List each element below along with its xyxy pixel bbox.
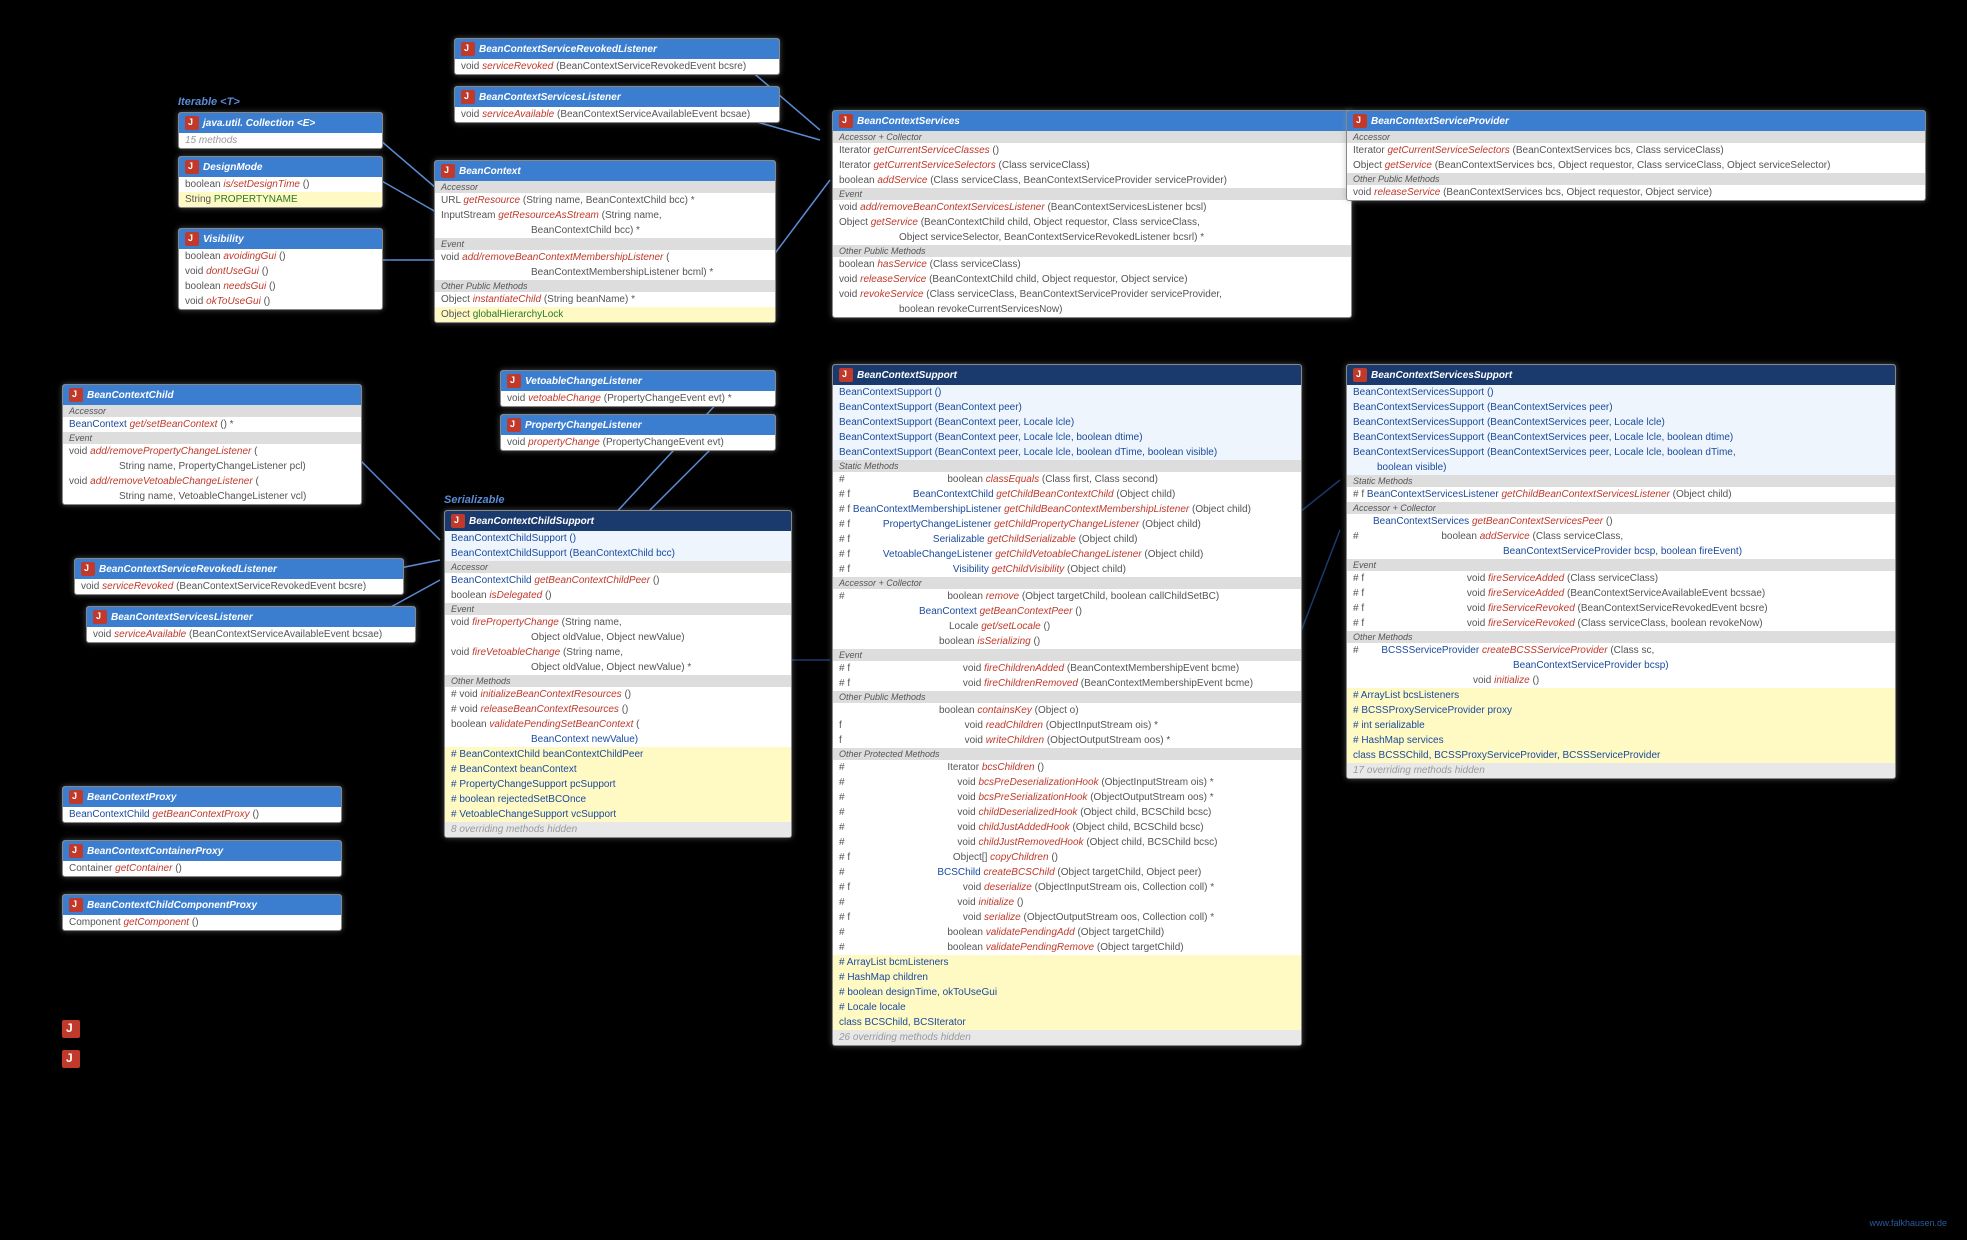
java-icon [69, 844, 83, 858]
java-icon [451, 514, 465, 528]
java-icon [1353, 368, 1367, 382]
java-icon [69, 388, 83, 402]
propchange-box: PropertyChangeListener void propertyChan… [500, 414, 776, 451]
java-icon [1353, 114, 1367, 128]
bcs-listener-2-box: BeanContextServicesListener void service… [86, 606, 416, 643]
bcserviceprovider-box: BeanContextServiceProvider Accessor Iter… [1346, 110, 1926, 201]
bcchild-box: BeanContextChild Accessor BeanContext ge… [62, 384, 362, 505]
beancontext-box: BeanContext Accessor URL getResource (St… [434, 160, 776, 323]
java-icon [839, 114, 853, 128]
java-icon [62, 1020, 80, 1038]
bccontainerproxy-box: BeanContextContainerProxy Container getC… [62, 840, 342, 877]
java-icon [69, 790, 83, 804]
java-icon [185, 160, 199, 174]
collection-box: java.util. Collection <E> 15 methods [178, 112, 383, 149]
java-icon [507, 418, 521, 432]
bcsr-listener-top-box: BeanContextServiceRevokedListener void s… [454, 38, 780, 75]
java-icon [507, 374, 521, 388]
collection-header: java.util. Collection <E> [179, 113, 382, 133]
java-icon [441, 164, 455, 178]
bcchildcompproxy-box: BeanContextChildComponentProxy Component… [62, 894, 342, 931]
legend-2: java.beans.beancontext [62, 1050, 265, 1073]
java-icon [461, 90, 475, 104]
legend-1: java.beans [62, 1020, 166, 1043]
visibility-box: Visibility boolean avoidingGui () void d… [178, 228, 383, 310]
vetoable-box: VetoableChangeListener void vetoableChan… [500, 370, 776, 407]
bcservicessupport-box: BeanContextServicesSupport BeanContextSe… [1346, 364, 1896, 779]
designmode-header: DesignMode [179, 157, 382, 177]
bcservices-box: BeanContextServices Accessor + Collector… [832, 110, 1352, 318]
visibility-header: Visibility [179, 229, 382, 249]
credit: www.falkhausen.de [1869, 1218, 1947, 1228]
java-icon [185, 116, 199, 130]
java-icon [839, 368, 853, 382]
bcsupport-box: BeanContextSupport BeanContextSupport ()… [832, 364, 1302, 1046]
bcs-listener-top-box: BeanContextServicesListener void service… [454, 86, 780, 123]
java-icon [461, 42, 475, 56]
java-icon [185, 232, 199, 246]
java-icon [81, 562, 95, 576]
java-icon [62, 1050, 80, 1068]
java-icon [69, 898, 83, 912]
bcproxy-box: BeanContextProxy BeanContextChild getBea… [62, 786, 342, 823]
java-icon [93, 610, 107, 624]
serializable-label: Serializable [444, 494, 505, 506]
designmode-box: DesignMode boolean is/setDesignTime () S… [178, 156, 383, 208]
bcsr-listener-2-box: BeanContextServiceRevokedListener void s… [74, 558, 404, 595]
iterable-label: Iterable <T> [178, 96, 240, 108]
bcchildsupport-box: BeanContextChildSupport BeanContextChild… [444, 510, 792, 838]
